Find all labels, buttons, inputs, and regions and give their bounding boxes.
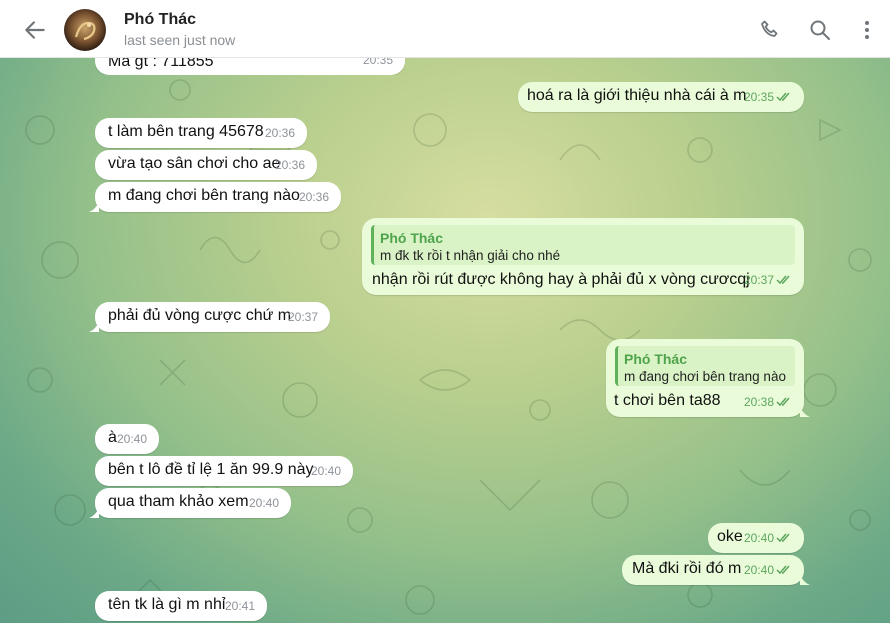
message-time: 20:41 [224,599,255,613]
chat-header: Phó Thác last seen just now [0,0,890,58]
message-text: bên t lô đề tỉ lệ 1 ăn 99.9 này [108,461,314,478]
message-bubble-outgoing[interactable]: Mà đki rồi đó m 20:40 [622,555,810,585]
read-checks-icon [776,533,790,543]
message-time: 20:37 [744,270,792,290]
back-arrow-icon[interactable] [22,17,48,43]
message-time: 20:40 [116,432,147,446]
message-text: tên tk là gì m nhỉ [108,596,226,613]
bubble-tail [89,508,99,518]
last-seen-status: last seen just now [124,32,236,48]
message-time: 20:36 [264,126,295,140]
message-time: 20:40 [248,496,279,510]
read-checks-icon [776,565,790,575]
phone-icon[interactable] [758,18,782,42]
message-text: vừa tạo sân chơi cho ae [108,155,281,172]
message-bubble-incoming[interactable]: à 20:40 [95,424,159,454]
avatar[interactable] [64,9,106,51]
message-text: t chơi bên ta88 [614,392,721,409]
message-bubble-incoming[interactable]: t làm bên trang 45678 20:36 [95,118,307,148]
read-checks-icon [776,275,790,285]
message-text: Mà đki rồi đó m [632,560,742,577]
message-bubble-outgoing[interactable]: oke 20:40 [708,523,804,553]
bubble-tail [89,322,99,332]
reply-sender: Phó Thác [380,230,444,246]
bubble-tail [800,575,810,585]
message-time: 20:40 [744,528,792,548]
message-bubble-outgoing[interactable]: hoá ra là giới thiệu nhà cái à m 20:35 [518,82,804,112]
message-bubble-incoming[interactable]: qua tham khảo xem 20:40 [89,488,291,518]
message-bubble-incoming[interactable]: phải đủ vòng cược chứ m 20:37 [89,302,330,332]
reply-text: m đk tk rồi t nhận giải cho nhé [380,248,561,263]
reply-preview[interactable]: Phó Thác m đk tk rồi t nhận giải cho nhé [371,225,795,265]
message-bubble-outgoing-reply[interactable]: Phó Thác m đk tk rồi t nhận giải cho nhé… [362,218,804,295]
message-bubble-incoming[interactable]: m đang chơi bên trang nào 20:36 [89,182,341,212]
read-checks-icon [776,92,790,102]
message-bubble-incoming[interactable]: vừa tạo sân chơi cho ae 20:36 [95,150,317,180]
message-bubble-incoming[interactable]: tên tk là gì m nhỉ 20:41 [95,591,267,621]
message-text: m đang chơi bên trang nào [108,187,300,204]
bubble-tail [800,407,810,417]
message-time: 20:40 [744,560,792,580]
message-text: qua tham khảo xem [108,493,249,510]
reply-preview[interactable]: Phó Thác m đang chơi bên trang nào [615,346,795,386]
message-text: hoá ra là giới thiệu nhà cái à m [527,87,747,104]
message-time: 20:36 [298,190,329,204]
message-text: nhận rồi rút được không hay à phải đủ x … [372,271,750,288]
search-icon[interactable] [808,18,832,42]
chat-title[interactable]: Phó Thác [124,11,196,29]
more-vert-icon[interactable] [855,18,879,42]
message-time: 20:37 [287,310,318,324]
message-bubble-incoming[interactable]: bên t lô đề tỉ lệ 1 ăn 99.9 này 20:40 [95,456,353,486]
message-text: phải đủ vòng cược chứ m [108,307,292,324]
message-text: à [108,429,117,446]
message-time: 20:40 [310,464,341,478]
read-checks-icon [776,397,790,407]
message-time: 20:38 [744,392,792,412]
bubble-tail [89,202,99,212]
reply-sender: Phó Thác [624,351,688,367]
message-text: oke [717,528,743,545]
reply-text: m đang chơi bên trang nào [624,369,786,384]
message-text: t làm bên trang 45678 [108,123,264,140]
message-bubble-outgoing-reply[interactable]: Phó Thác m đang chơi bên trang nào t chơ… [606,339,810,417]
message-time: 20:35 [744,87,792,107]
message-time: 20:36 [274,158,305,172]
